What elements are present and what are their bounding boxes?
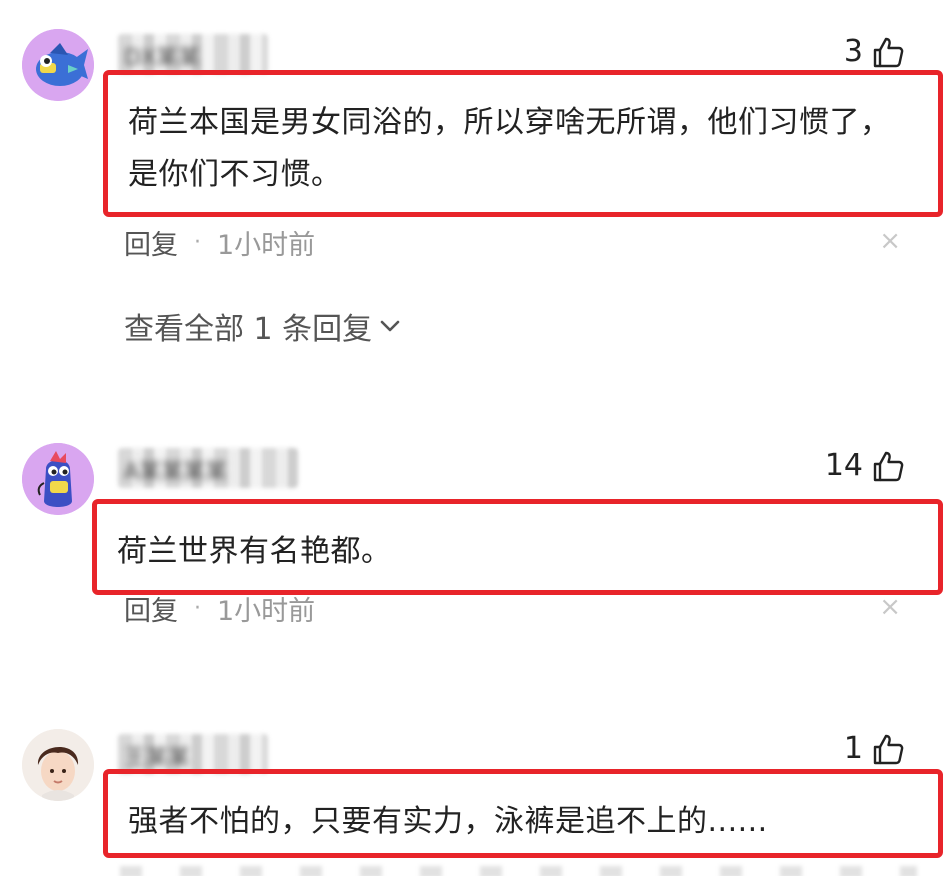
- comments-page: DX某某 3 荷兰本国是男女同浴的，所以穿啥无所谓，他们习惯了，是你们不习惯。 …: [0, 0, 947, 876]
- like-count: 14: [824, 448, 863, 483]
- portrait-avatar-icon: [22, 729, 94, 801]
- comment-meta: 回复 · 1小时前: [124, 588, 315, 628]
- meta-separator: ·: [194, 595, 201, 621]
- comment-text: 荷兰世界有名艳都。: [117, 534, 392, 569]
- close-icon[interactable]: ×: [879, 592, 901, 622]
- eggplant-avatar-icon: [22, 443, 94, 515]
- username-blurred[interactable]: DX某某: [118, 34, 268, 74]
- comment-meta: 回复 · 1小时前: [124, 222, 315, 262]
- reply-button[interactable]: 回复: [124, 223, 178, 262]
- avatar[interactable]: [22, 729, 94, 801]
- like-button[interactable]: 14: [825, 448, 905, 483]
- comment-time: 1小时前: [217, 229, 316, 261]
- thumbs-up-icon: [873, 734, 904, 764]
- thumbs-up-icon: [873, 37, 904, 67]
- view-replies-button[interactable]: 查看全部 1 条回复: [124, 306, 402, 347]
- fish-avatar-icon: [22, 29, 94, 101]
- avatar[interactable]: [22, 443, 94, 515]
- close-icon[interactable]: ×: [879, 226, 901, 256]
- comment-time: 1小时前: [217, 595, 316, 627]
- meta-separator: ·: [194, 229, 201, 255]
- like-button[interactable]: 3: [844, 34, 905, 69]
- like-button[interactable]: 1: [844, 731, 905, 766]
- comment-text-highlight: 强者不怕的，只要有实力，泳裤是追不上的......: [103, 769, 943, 858]
- comment-text-highlight: 荷兰世界有名艳都。: [92, 499, 943, 595]
- username-blurred[interactable]: 王某某: [118, 734, 268, 774]
- username-blurred[interactable]: A某某某某: [118, 448, 298, 488]
- comment-text: 强者不怕的，只要有实力，泳裤是追不上的......: [128, 804, 768, 839]
- chevron-down-icon: [380, 320, 400, 332]
- like-count: 1: [843, 731, 863, 766]
- avatar[interactable]: [22, 29, 94, 101]
- view-replies-label: 查看全部 1 条回复: [124, 312, 373, 347]
- comment-text: 荷兰本国是男女同浴的，所以穿啥无所谓，他们习惯了，是你们不习惯。: [128, 105, 891, 192]
- like-count: 3: [843, 34, 863, 69]
- reply-button[interactable]: 回复: [124, 589, 178, 628]
- thumbs-up-icon: [873, 451, 904, 481]
- comment-text-highlight: 荷兰本国是男女同浴的，所以穿啥无所谓，他们习惯了，是你们不习惯。: [103, 70, 943, 217]
- next-comment-blurred: [120, 866, 917, 876]
